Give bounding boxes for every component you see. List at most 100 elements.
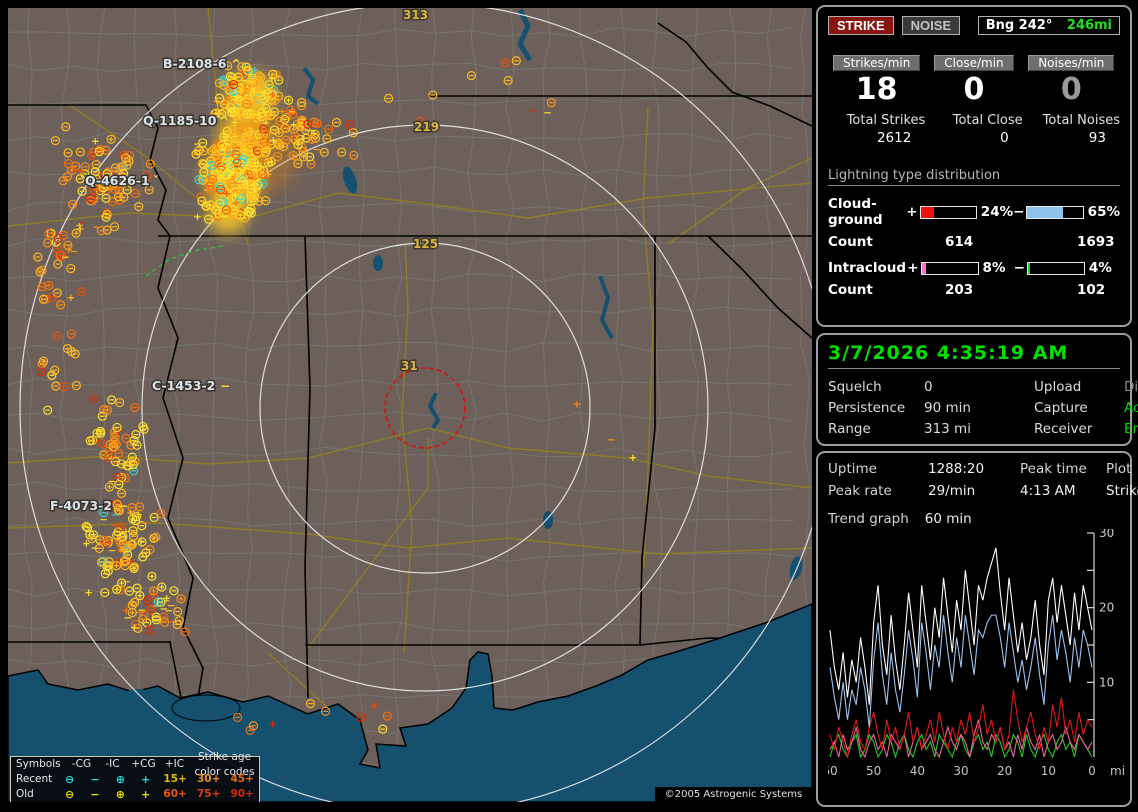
- ic-positive-bar: [920, 261, 979, 275]
- intracloud-count-row: Count 203 102: [828, 282, 1120, 298]
- svg-text:10: 10: [1099, 675, 1114, 689]
- recent-cg-plus-icon: ⊕: [115, 773, 125, 786]
- app-window: 313 219 125 31 B-2108-6 ^ Q-1185-10 ^ Q-4626-1 ˇ C…: [0, 0, 1138, 812]
- peak-rate-label: Peak rate: [828, 483, 892, 499]
- trend-window-value: 60 min: [924, 511, 972, 527]
- uptime-value: 1288:20: [928, 461, 985, 477]
- map-legend: Symbols -CG -IC +CG +IC Strike age color…: [10, 751, 260, 802]
- intracloud-row: Intracloud + 8% − 4%: [828, 260, 1120, 276]
- strike-button[interactable]: STRIKE: [828, 16, 894, 35]
- total-close-value: 0: [1000, 130, 1009, 146]
- count-label: Count: [828, 282, 873, 298]
- squelch-value: 0: [924, 379, 933, 395]
- cg-positive-pct: 24%: [980, 204, 1014, 220]
- legend-col-pcg: +CG: [131, 758, 156, 770]
- cloud-ground-row: Cloud-ground + 24% − 65%: [828, 196, 1120, 228]
- trend-chart: 10 20 30 60 50 40 30 20 10 0 min: [822, 526, 1132, 785]
- noise-button[interactable]: NOISE: [901, 16, 961, 35]
- capture-value: Active: [1124, 400, 1138, 416]
- legend-symbols-label: Symbols: [16, 758, 61, 770]
- cg-negative-bar: [1026, 205, 1084, 219]
- total-noises-label: Total Noises: [1042, 113, 1120, 128]
- svg-text:20: 20: [1099, 601, 1114, 615]
- svg-text:C-1453-2: C-1453-2: [152, 378, 215, 393]
- total-strikes-label: Total Strikes: [846, 113, 926, 128]
- trend-panel: Uptime 1288:20 Peak time Plot Peak rate …: [816, 451, 1138, 807]
- svg-text:^: ^: [219, 114, 229, 128]
- age-code-90: 90+: [230, 788, 254, 800]
- svg-text:B-2108-6: B-2108-6: [163, 56, 227, 71]
- legend-col-ncg: -CG: [71, 758, 92, 770]
- old-cg-minus-icon: ⊖: [64, 788, 75, 801]
- distribution-title: Lightning type distribution: [828, 168, 1120, 186]
- svg-text:31: 31: [401, 359, 418, 373]
- bearing-readout: Bng 242° 246mi: [977, 16, 1120, 35]
- noises-rate-column: Noises/min 0 Total Noises 93: [1023, 55, 1120, 146]
- age-code-15: 15+: [163, 773, 187, 785]
- strikes-per-min-button[interactable]: Strikes/min: [832, 55, 921, 71]
- recent-ic-minus-icon: −: [90, 773, 100, 786]
- svg-text:min: min: [1110, 764, 1124, 778]
- minus-sign: −: [1013, 204, 1025, 220]
- trend-graph-label: Trend graph: [828, 511, 909, 527]
- minus-sign: −: [1013, 260, 1025, 276]
- old-ic-plus-icon: +: [141, 788, 151, 801]
- noises-per-min-button[interactable]: Noises/min: [1028, 55, 1115, 71]
- range-value: 313 mi: [924, 421, 971, 437]
- svg-text:10: 10: [1041, 764, 1056, 778]
- legend-old-row: Old ⊖ − ⊕ + 60+ 75+ 90+: [11, 787, 259, 802]
- status-panel: 3/7/2026 4:35:19 AM Squelch 0 Upload Dis…: [816, 333, 1138, 446]
- age-code-30: 30+: [196, 773, 221, 785]
- recent-cg-minus-icon: ⊖: [64, 773, 75, 786]
- intracloud-label: Intracloud: [828, 260, 907, 276]
- receiver-label: Receiver: [1034, 421, 1093, 437]
- bearing-label: Bng 242°: [985, 18, 1053, 33]
- svg-text:40: 40: [910, 764, 925, 778]
- strike-stats-panel: STRIKE NOISE Bng 242° 246mi Strikes/min …: [816, 5, 1132, 327]
- squelch-label: Squelch: [828, 379, 882, 395]
- strikes-rate-column: Strikes/min 18 Total Strikes 2612: [828, 55, 925, 146]
- strikes-per-min-value: 18: [855, 72, 898, 107]
- ic-negative-count: 102: [1077, 282, 1106, 298]
- legend-col-nic: -IC: [105, 758, 120, 770]
- svg-text:−: −: [220, 379, 230, 393]
- close-per-min-value: 0: [963, 72, 985, 107]
- age-code-60: 60+: [163, 788, 187, 800]
- uptime-label: Uptime: [828, 461, 877, 477]
- plot-value: Strike: [1106, 483, 1138, 499]
- svg-text:^: ^: [231, 57, 241, 71]
- cg-positive-bar: [919, 205, 977, 219]
- ic-negative-pct: 4%: [1088, 260, 1112, 276]
- svg-text:30: 30: [953, 764, 968, 778]
- total-noises-value: 93: [1088, 130, 1106, 146]
- svg-text:0: 0: [1088, 764, 1096, 778]
- lightning-map[interactable]: 313 219 125 31 B-2108-6 ^ Q-1185-10 ^ Q-4626-1 ˇ C…: [8, 8, 812, 802]
- map-canvas[interactable]: 31321912531B-2108-6 ^Q-1185-10 ^Q-4626-1 ˇC…: [8, 8, 812, 802]
- range-label: Range: [828, 421, 871, 437]
- legend-old-label: Old: [16, 788, 34, 800]
- trend-chart-canvas: 10 20 30 60 50 40 30 20 10 0 min: [822, 526, 1132, 778]
- close-per-min-button[interactable]: Close/min: [934, 55, 1014, 71]
- svg-text:313: 313: [403, 8, 428, 22]
- svg-text:219: 219: [414, 120, 439, 134]
- legend-header-row: Symbols -CG -IC +CG +IC Strike age color…: [11, 751, 259, 778]
- recent-ic-plus-icon: +: [141, 773, 151, 786]
- svg-text:125: 125: [413, 237, 438, 251]
- legend-col-pic: +IC: [164, 758, 185, 770]
- cg-negative-count: 1693: [1077, 234, 1115, 250]
- ic-negative-bar: [1026, 261, 1085, 275]
- persistence-label: Persistence: [828, 400, 906, 416]
- peak-rate-value: 29/min: [928, 483, 976, 499]
- svg-text:50: 50: [866, 764, 881, 778]
- copyright-text: ©2005 Astrogenic Systems: [655, 787, 812, 802]
- plus-sign: +: [906, 204, 918, 220]
- old-cg-plus-icon: ⊕: [115, 788, 125, 801]
- upload-value: Disabled: [1124, 379, 1138, 395]
- total-strikes-value: 2612: [876, 130, 912, 146]
- svg-text:F-4073-2: F-4073-2: [50, 498, 112, 513]
- peak-time-value: 4:13 AM: [1020, 483, 1076, 499]
- svg-text:30: 30: [1099, 529, 1114, 540]
- total-close-label: Total Close: [952, 113, 1023, 128]
- cg-negative-pct: 65%: [1087, 204, 1120, 220]
- bearing-distance: 246mi: [1066, 18, 1112, 33]
